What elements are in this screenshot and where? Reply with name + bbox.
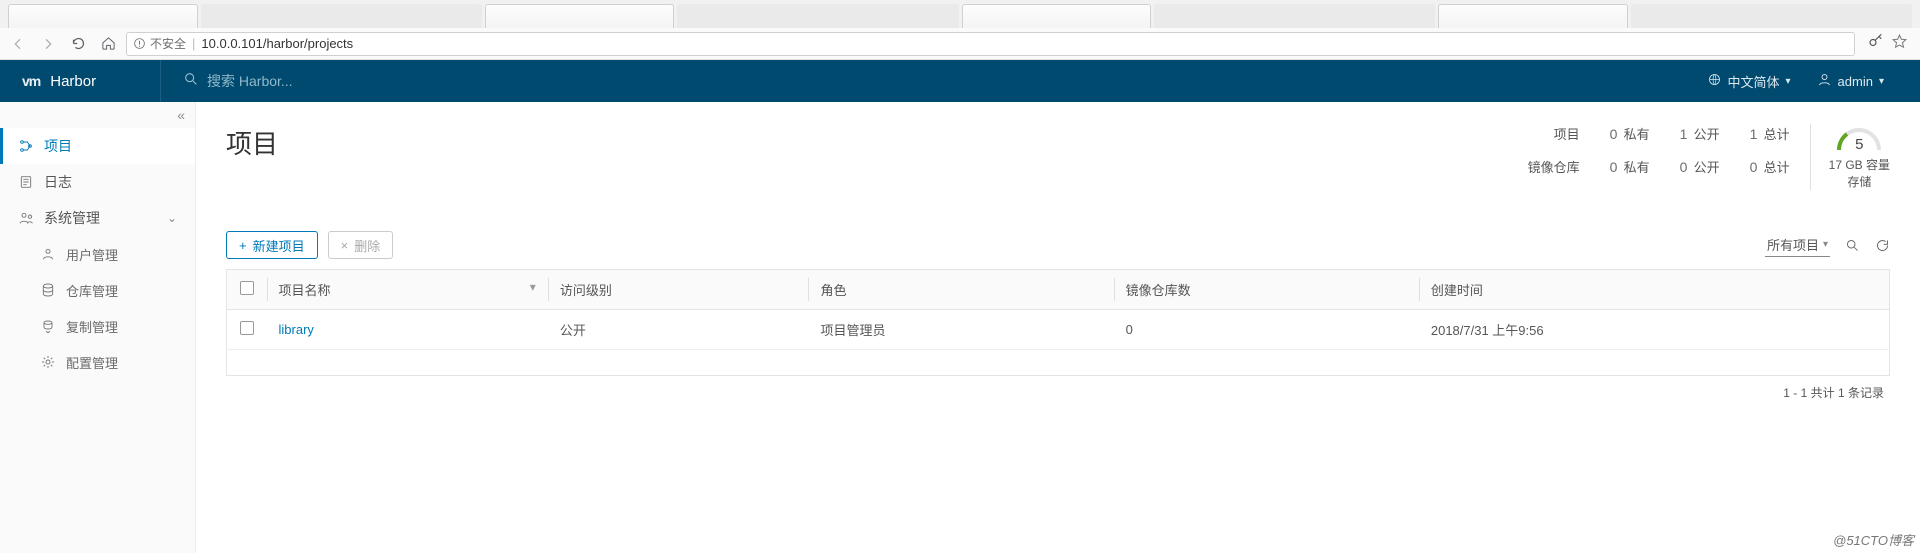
col-repo-count[interactable]: 镜像仓库数: [1114, 270, 1419, 310]
vmware-logo-text: vm: [22, 73, 40, 89]
globe-icon: [1707, 72, 1722, 90]
table-pager: 1 - 1 共计 1 条记录: [226, 376, 1890, 409]
cell-role: 项目管理员: [808, 310, 1113, 350]
sidebar-item-label: 配置管理: [66, 353, 118, 372]
sidebar-item-projects[interactable]: 项目: [0, 128, 195, 164]
chevron-down-icon: ▾: [1823, 239, 1828, 250]
x-icon: ×: [341, 238, 349, 253]
sidebar-item-users[interactable]: 用户管理: [0, 236, 195, 272]
sidebar-item-label: 项目: [44, 136, 72, 156]
filter-label: 所有项目: [1767, 235, 1819, 254]
row-checkbox[interactable]: [240, 321, 254, 335]
refresh-icon[interactable]: [1874, 237, 1890, 253]
sidebar-item-admin[interactable]: 系统管理 ⌄: [0, 200, 195, 236]
col-role[interactable]: 角色: [808, 270, 1113, 310]
admin-icon: [18, 210, 34, 226]
filter-icon[interactable]: ▾: [530, 280, 536, 294]
user-label: admin: [1838, 74, 1873, 89]
address-bar[interactable]: 不安全 | 10.0.0.101/harbor/projects: [126, 32, 1855, 56]
product-name: Harbor: [50, 73, 96, 90]
col-name[interactable]: 项目名称▾: [267, 270, 548, 310]
col-access[interactable]: 访问级别: [548, 270, 809, 310]
registry-icon: [40, 282, 56, 298]
star-icon[interactable]: [1891, 33, 1908, 55]
chevron-down-icon: ▾: [1786, 76, 1791, 87]
stat-repo-private: 0私有: [1610, 157, 1650, 176]
sidebar-item-label: 系统管理: [44, 208, 100, 228]
user-icon: [1817, 72, 1832, 90]
new-project-label: 新建项目: [253, 236, 305, 255]
stat-repo-total: 0总计: [1750, 157, 1790, 176]
url-text: 10.0.0.101/harbor/projects: [201, 36, 353, 51]
gear-icon: [40, 354, 56, 370]
delete-button: × 删除: [328, 231, 394, 259]
new-project-button[interactable]: + 新建项目: [226, 231, 318, 259]
app-logo[interactable]: vm Harbor: [0, 73, 160, 90]
stat-project-public: 1公开: [1680, 124, 1720, 143]
storage-capacity: 17 GB 容量: [1829, 156, 1890, 173]
sidebar-item-label: 仓库管理: [66, 281, 118, 300]
stats-row-repos: 镜像仓库: [1528, 157, 1580, 176]
global-search[interactable]: [160, 60, 1707, 102]
stat-repo-public: 0公开: [1680, 157, 1720, 176]
project-filter-select[interactable]: 所有项目 ▾: [1765, 233, 1830, 257]
sidebar-item-label: 用户管理: [66, 245, 118, 264]
cell-created: 2018/7/31 上午9:56: [1419, 310, 1890, 350]
stat-project-total: 1总计: [1750, 124, 1790, 143]
sidebar-item-logs[interactable]: 日志: [0, 164, 195, 200]
search-icon[interactable]: [1844, 237, 1860, 253]
plus-icon: +: [239, 238, 247, 253]
col-created[interactable]: 创建时间: [1419, 270, 1890, 310]
delete-label: 删除: [354, 236, 380, 255]
back-button[interactable]: [6, 32, 30, 56]
insecure-label: 不安全: [150, 35, 186, 52]
search-input[interactable]: [207, 73, 467, 89]
projects-table: 项目名称▾ 访问级别 角色 镜像仓库数 创建时间 library 公开 项目管理…: [226, 269, 1890, 376]
language-label: 中文简体: [1728, 72, 1780, 91]
replication-icon: [40, 318, 56, 334]
select-all-checkbox[interactable]: [240, 281, 254, 295]
browser-toolbar: 不安全 | 10.0.0.101/harbor/projects: [0, 28, 1920, 60]
projects-icon: [18, 138, 34, 154]
insecure-icon: 不安全: [133, 35, 186, 52]
users-icon: [40, 246, 56, 262]
browser-tab-strip: [0, 0, 1920, 28]
stat-project-private: 0私有: [1610, 124, 1650, 143]
header-checkbox-cell: [227, 270, 267, 310]
sidebar-item-replication[interactable]: 复制管理: [0, 308, 195, 344]
cell-repo-count: 0: [1114, 310, 1419, 350]
reload-button[interactable]: [66, 32, 90, 56]
sidebar-item-label: 复制管理: [66, 317, 118, 336]
key-icon: [1867, 32, 1885, 55]
storage-gauge: 5 17 GB 容量 存储: [1810, 124, 1890, 190]
project-link[interactable]: library: [279, 322, 314, 337]
table-toolbar: + 新建项目 × 删除 所有项目 ▾: [226, 231, 1890, 259]
sidebar-collapse-button[interactable]: «: [0, 102, 195, 128]
cell-access: 公开: [548, 310, 809, 350]
main-content: 项目 项目 0私有 1公开 1总计 镜像仓库 0私有 0公开 0总计 5 17 …: [196, 102, 1920, 553]
forward-button[interactable]: [36, 32, 60, 56]
home-button[interactable]: [96, 32, 120, 56]
storage-used-value: 5: [1833, 136, 1885, 153]
language-selector[interactable]: 中文简体 ▾: [1707, 72, 1791, 91]
sidebar-item-label: 日志: [44, 172, 72, 192]
stats-row-projects: 项目: [1528, 124, 1580, 143]
stats-panel: 项目 0私有 1公开 1总计 镜像仓库 0私有 0公开 0总计 5 17 GB …: [1528, 124, 1890, 190]
sidebar: « 项目 日志 系统管理 ⌄ 用户管理 仓库管理 复制管理 配: [0, 102, 196, 553]
app-header: vm Harbor 中文简体 ▾ admin ▾: [0, 60, 1920, 102]
search-icon: [183, 71, 199, 92]
user-menu[interactable]: admin ▾: [1817, 72, 1884, 90]
table-row[interactable]: library 公开 项目管理员 0 2018/7/31 上午9:56: [227, 310, 1890, 350]
chevron-down-icon: ▾: [1879, 76, 1884, 87]
chevron-down-icon: ⌄: [167, 211, 177, 225]
sidebar-item-registries[interactable]: 仓库管理: [0, 272, 195, 308]
logs-icon: [18, 174, 34, 190]
sidebar-item-config[interactable]: 配置管理: [0, 344, 195, 380]
storage-label: 存储: [1829, 173, 1890, 190]
watermark: @51CTO博客: [1833, 530, 1914, 549]
